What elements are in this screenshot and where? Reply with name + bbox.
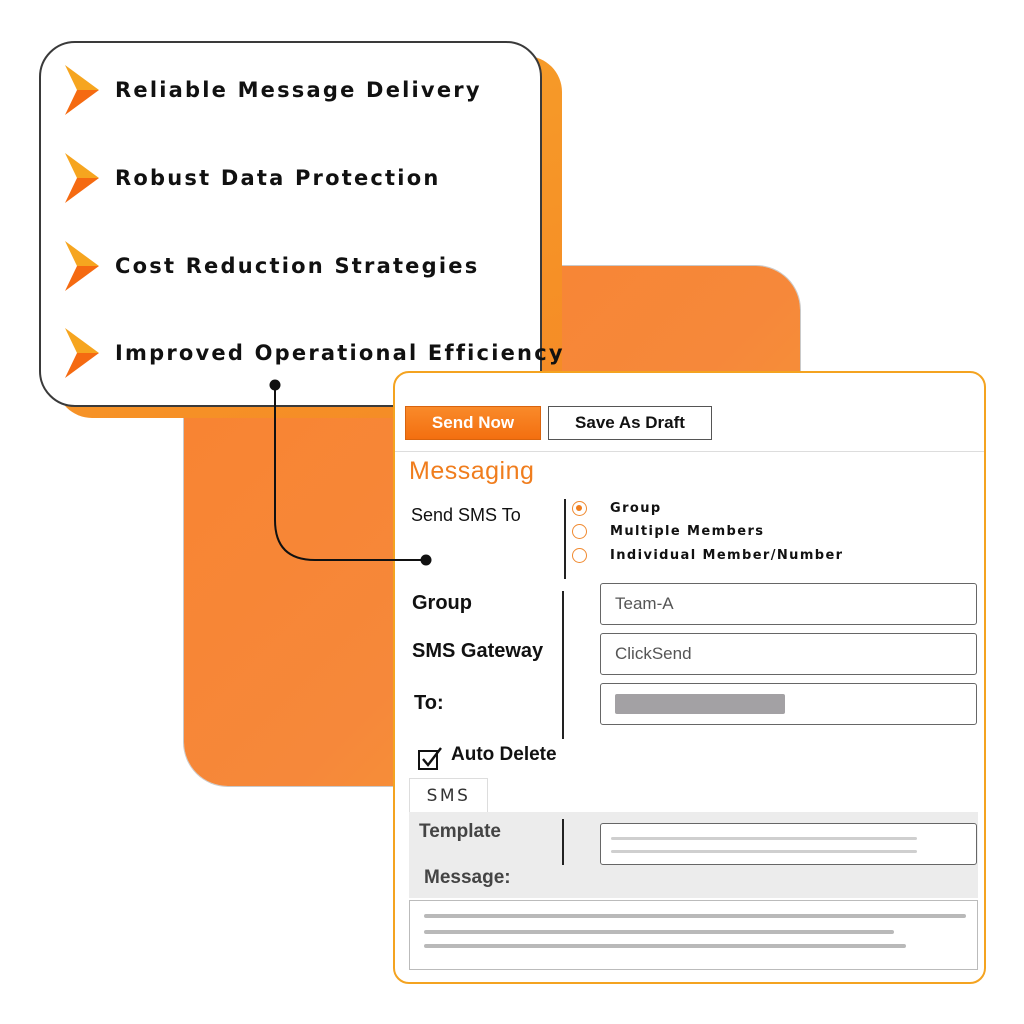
template-label: Template [419, 821, 502, 842]
checkbox-checked-icon[interactable] [417, 745, 443, 771]
radio-label: Group [610, 501, 662, 516]
placeholder-line [424, 914, 966, 918]
feature-label: Cost Reduction Strategies [115, 254, 480, 278]
feature-label: Robust Data Protection [115, 166, 441, 190]
vertical-divider [562, 591, 564, 739]
to-label: To: [414, 692, 444, 714]
toolbar-divider [395, 451, 984, 452]
save-as-draft-button[interactable]: Save As Draft [548, 406, 712, 440]
sms-gateway-label: SMS Gateway [412, 640, 544, 662]
radio-button[interactable] [572, 501, 587, 516]
messaging-panel: Send Now Save As Draft Messaging Send SM… [393, 371, 986, 984]
placeholder-line [611, 850, 917, 853]
group-label: Group [412, 592, 472, 614]
chevron-right-icon [65, 65, 99, 115]
redacted-value [615, 694, 785, 714]
chevron-right-icon [65, 241, 99, 291]
to-field[interactable] [600, 683, 977, 725]
tab-sms[interactable]: SMS [409, 778, 488, 813]
send-now-button[interactable]: Send Now [405, 406, 541, 440]
radio-option-individual[interactable]: Individual Member/Number [572, 548, 844, 563]
feature-card: Reliable Message Delivery Robust Data Pr… [39, 41, 563, 407]
section-title: Messaging [409, 457, 535, 485]
chevron-right-icon [65, 153, 99, 203]
group-field[interactable]: Team-A [600, 583, 977, 625]
template-field[interactable] [600, 823, 977, 865]
radio-option-group[interactable]: Group [572, 501, 662, 516]
feature-label: Reliable Message Delivery [115, 78, 482, 102]
message-label: Message: [424, 867, 511, 888]
send-sms-to-label: Send SMS To [411, 505, 521, 525]
placeholder-line [424, 930, 894, 934]
placeholder-line [611, 837, 917, 840]
auto-delete-label: Auto Delete [451, 744, 557, 765]
radio-button[interactable] [572, 524, 587, 539]
feature-item: Reliable Message Delivery [63, 63, 482, 117]
vertical-divider [562, 819, 564, 865]
radio-option-multiple-members[interactable]: Multiple Members [572, 524, 764, 539]
radio-button[interactable] [572, 548, 587, 563]
chevron-right-icon [65, 328, 99, 378]
placeholder-line [424, 944, 906, 948]
sms-gateway-field[interactable]: ClickSend [600, 633, 977, 675]
radio-label: Multiple Members [610, 524, 765, 539]
radio-label: Individual Member/Number [610, 548, 844, 563]
auto-delete-checkbox[interactable]: Auto Delete [417, 744, 557, 771]
feature-item: Robust Data Protection [63, 151, 440, 205]
message-textarea[interactable] [409, 900, 978, 970]
feature-label: Improved Operational Efficiency [115, 341, 565, 365]
feature-item: Cost Reduction Strategies [63, 239, 479, 293]
vertical-divider [564, 499, 566, 579]
